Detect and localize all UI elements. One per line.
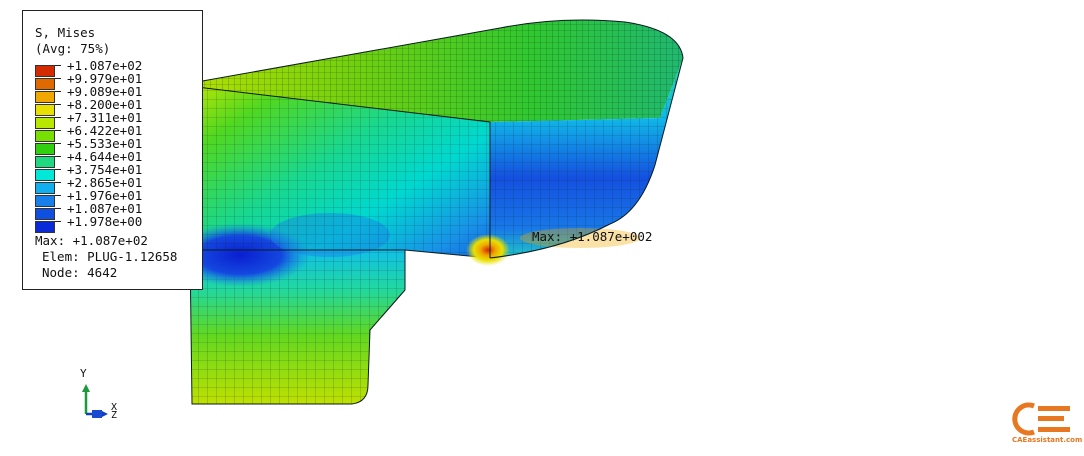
- axis-triad: [82, 384, 108, 418]
- legend-tick: [55, 208, 61, 209]
- legend-tick: [55, 78, 61, 79]
- legend-tick: [55, 91, 61, 92]
- legend-value: +1.978e+00: [67, 214, 143, 229]
- legend-tick: [55, 195, 61, 196]
- legend-tick: [55, 65, 61, 66]
- legend-swatch: [35, 143, 55, 155]
- legend-swatch: [35, 130, 55, 142]
- legend-subtitle: (Avg: 75%): [35, 41, 111, 56]
- legend-tick: [55, 130, 61, 131]
- legend-tick: [55, 221, 61, 222]
- legend-swatch: [35, 208, 55, 220]
- legend-max-value: Max: +1.087e+02: [35, 233, 148, 248]
- legend-swatch: [35, 104, 55, 116]
- legend-swatch: [35, 91, 55, 103]
- legend-title: S, Mises: [35, 25, 96, 40]
- stress-legend: S, Mises (Avg: 75%) +1.087e+02 +9.979e+01…: [22, 10, 203, 290]
- legend-max-node: Node: 4642: [42, 265, 118, 280]
- legend-tick: [55, 169, 61, 170]
- legend-tick: [55, 156, 61, 157]
- legend-swatch: [35, 182, 55, 194]
- legend-swatch: [35, 117, 55, 129]
- legend-max-element: Elem: PLUG-1.12658: [42, 249, 178, 264]
- legend-tick: [55, 104, 61, 105]
- legend-swatch: [35, 221, 55, 233]
- legend-tick: [55, 117, 61, 118]
- legend-swatch: [35, 195, 55, 207]
- triad-y-label: Y: [80, 367, 87, 380]
- legend-swatch: [35, 65, 55, 77]
- max-stress-region: [466, 234, 510, 266]
- legend-tick: [55, 143, 61, 144]
- legend-swatch: [35, 169, 55, 181]
- fe-plug-model[interactable]: [170, 19, 684, 405]
- legend-tick: [55, 182, 61, 183]
- watermark-text: CAEassistant.com: [1012, 436, 1083, 444]
- legend-swatch: [35, 156, 55, 168]
- triad-z-label: Z: [111, 410, 118, 421]
- legend-swatch: [35, 78, 55, 90]
- max-value-annotation: Max: +1.087e+002: [532, 229, 653, 244]
